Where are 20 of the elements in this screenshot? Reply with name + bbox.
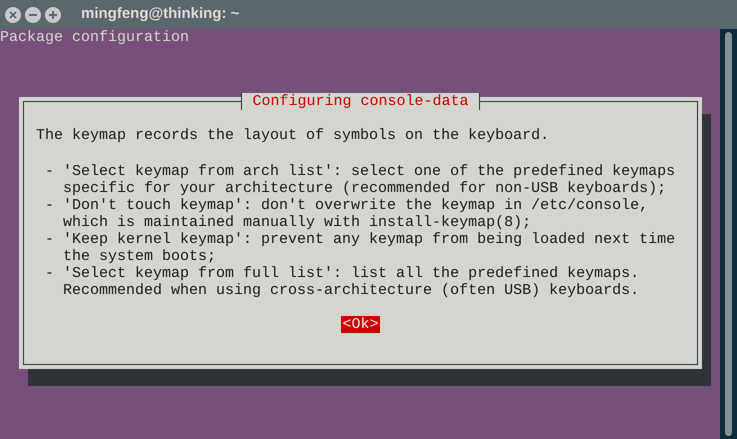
ok-button[interactable]: <Ok> (341, 316, 380, 333)
close-button[interactable] (5, 6, 21, 22)
maximize-icon (49, 10, 57, 18)
list-marker: - (45, 265, 54, 282)
keymap-option-text: 'Keep kernel keymap': prevent any keymap from being loaded next time the system boots; (63, 231, 676, 265)
keymap-option-text: 'Select keymap from arch list': select one of the predefined keymaps specific for your architecture (recommended for non-USB keyboards); (63, 163, 676, 197)
list-marker: - (45, 163, 54, 180)
keymap-option-text: 'Select keymap from full list': list all the predefined keymaps. Recommended when using cross-architecture (often USB) keyboards. (63, 265, 640, 299)
dialog-title: Configuring console-data (241, 93, 480, 110)
scrollbar-thumb[interactable] (725, 32, 732, 436)
window-title: mingfeng@thinking: ~ (81, 4, 240, 24)
close-icon (9, 10, 17, 18)
list-marker: - (45, 231, 54, 248)
maximize-button[interactable] (45, 6, 61, 22)
minimize-button[interactable] (25, 6, 41, 22)
package-header: Package configuration (0, 29, 190, 46)
minimize-icon (29, 14, 37, 16)
keymap-option-text: 'Don't touch keymap': don't overwrite the keymap in /etc/console, which is maintained manually with install-keymap(8); (63, 197, 648, 231)
list-marker: - (45, 197, 54, 214)
intro-text: The keymap records the layout of symbols on the keyboard. (36, 127, 550, 144)
